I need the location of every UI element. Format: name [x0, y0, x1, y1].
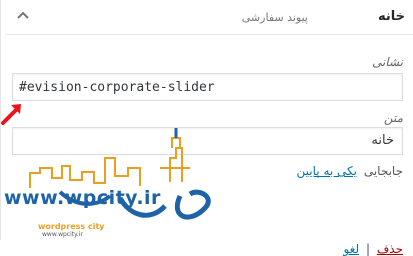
actions-separator: |	[365, 242, 371, 256]
annotation-arrow-icon	[1, 104, 21, 125]
move-row: جابجایی یکی به پایین	[297, 164, 403, 178]
watermark-site-url: www.wpcity.ir	[42, 231, 83, 238]
move-down-link[interactable]: یکی به پایین	[297, 164, 357, 178]
menu-item-title: خانه	[377, 9, 405, 24]
watermark-logo-icon	[29, 128, 211, 220]
url-field-label: نشانی	[371, 55, 403, 69]
navigation-label-field-label: متن	[383, 111, 403, 125]
menu-item-actions: حذف | لغو	[343, 242, 403, 256]
move-label: جابجایی	[363, 164, 403, 178]
remove-link[interactable]: حذف	[377, 242, 403, 256]
menu-item-settings-panel: پیوند سفارشی خانه نشانی #evision-corpora…	[0, 0, 413, 256]
cancel-link[interactable]: لغو	[343, 242, 359, 256]
watermark-url: www.wpcity.ir	[4, 187, 161, 209]
menu-item-type: پیوند سفارشی	[241, 11, 308, 24]
menu-item-header[interactable]: پیوند سفارشی خانه	[6, 0, 413, 35]
chevron-up-icon[interactable]	[16, 9, 30, 23]
url-input[interactable]: #evision-corporate-slider	[12, 73, 403, 101]
watermark-site-name: wordpress city	[38, 222, 105, 231]
